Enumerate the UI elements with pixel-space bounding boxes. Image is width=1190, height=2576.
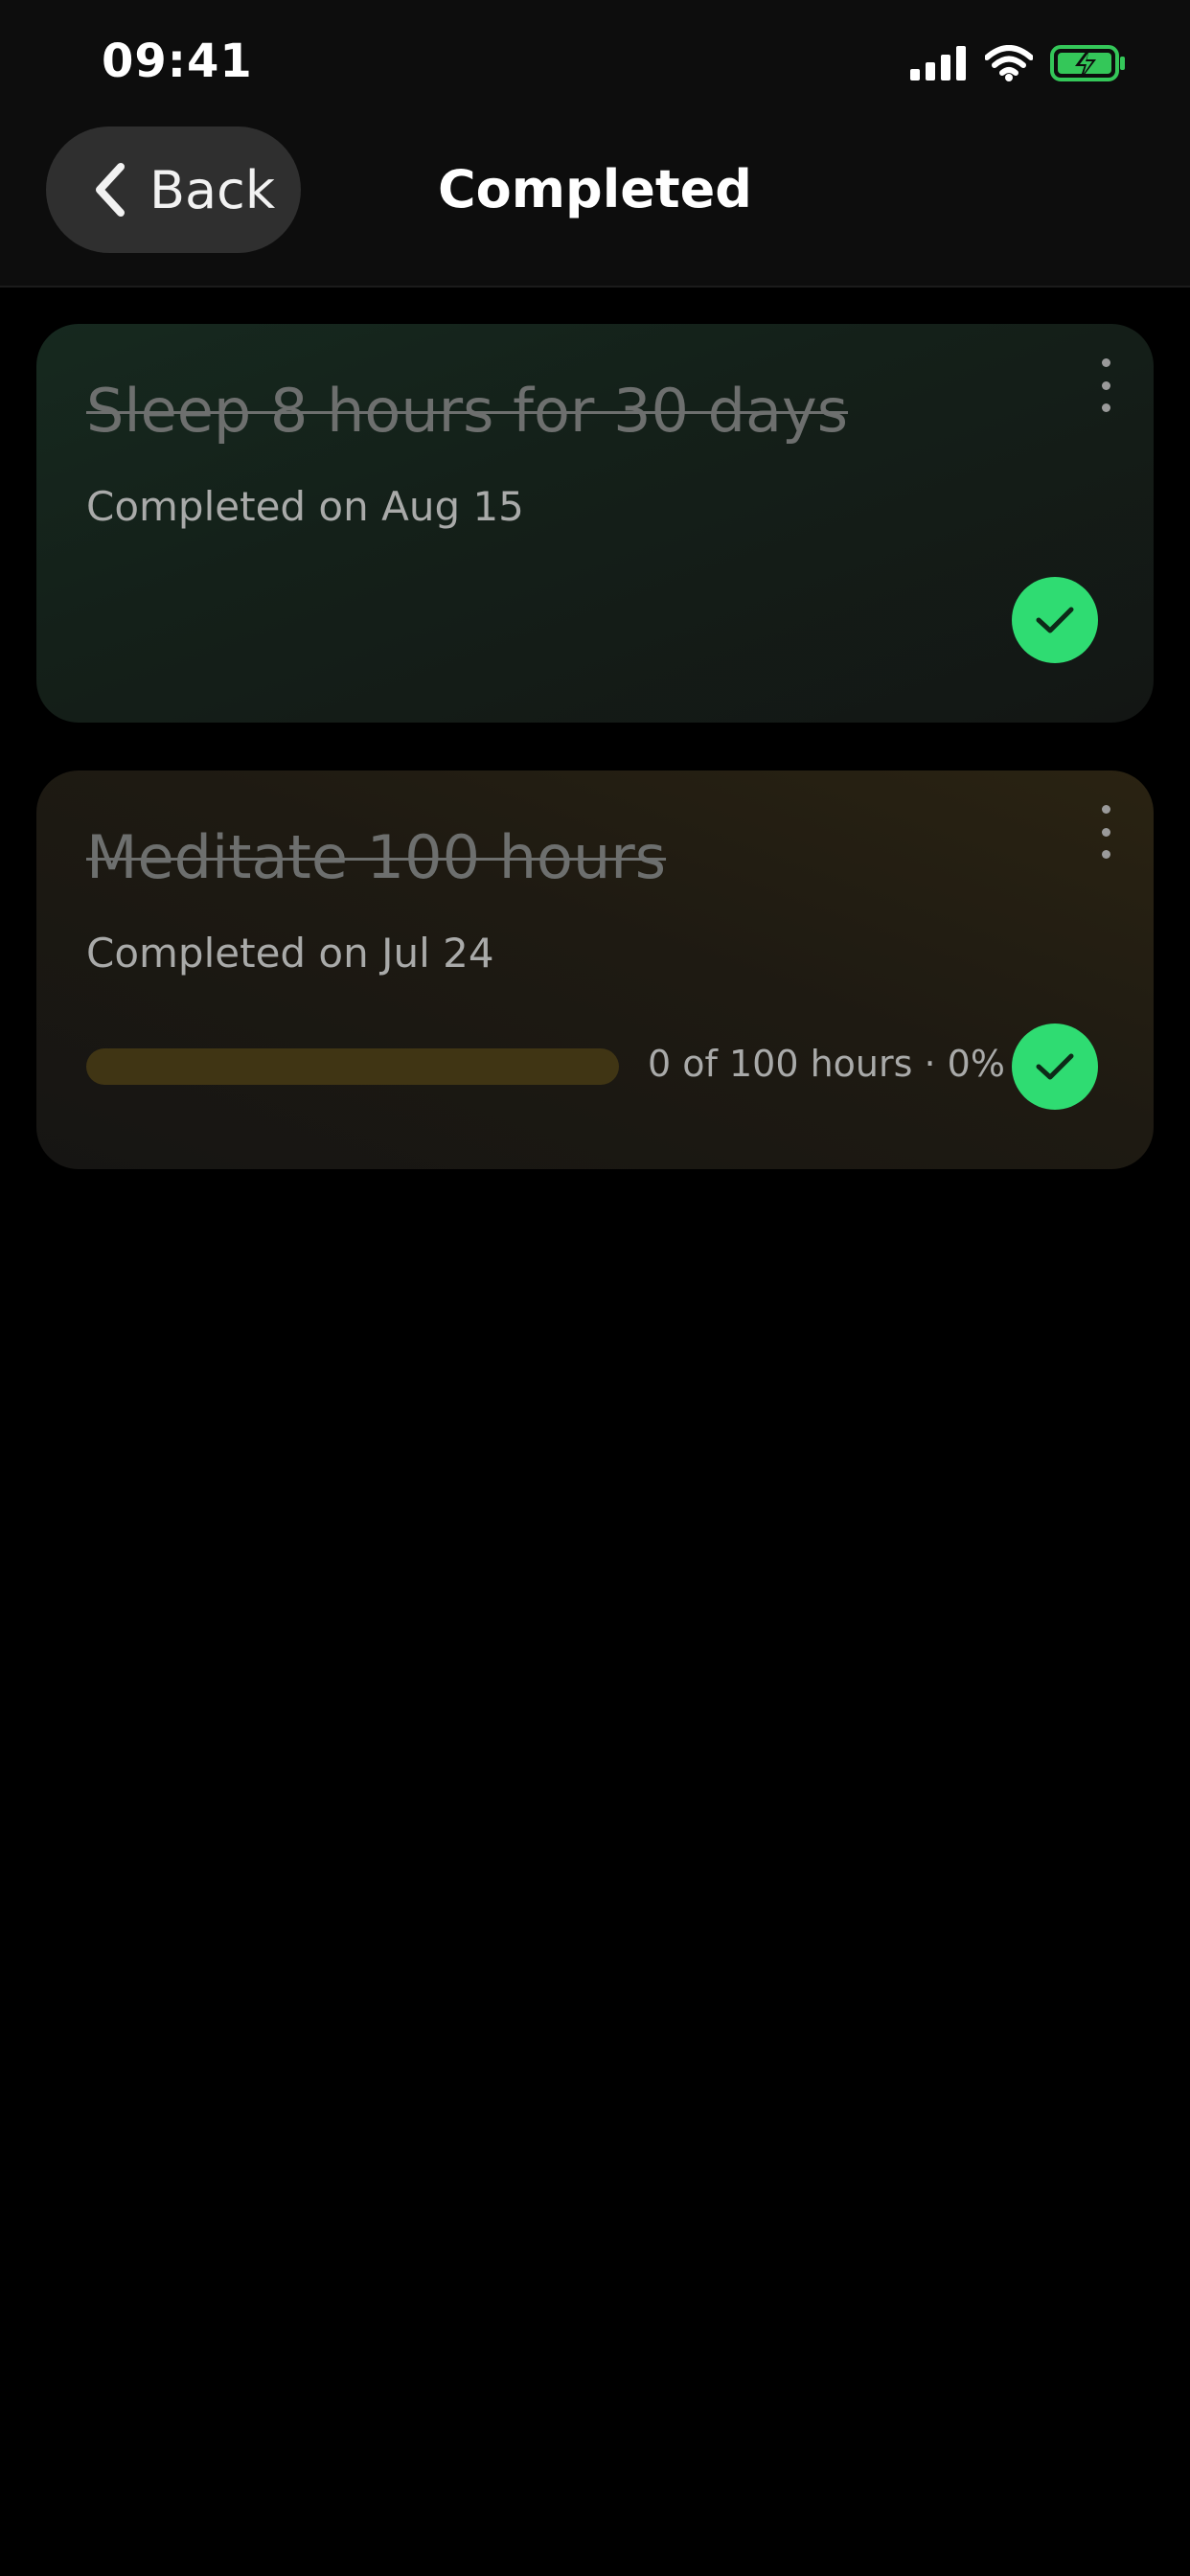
cellular-signal-icon [910, 46, 966, 80]
goal-card-meditate[interactable]: Meditate 100 hours Completed on Jul 24 0… [36, 770, 1154, 1169]
battery-charging-icon [1050, 45, 1125, 81]
page-title: Completed [438, 159, 752, 219]
status-bar: 09:41 [0, 0, 1190, 126]
wifi-icon [985, 45, 1033, 81]
top-bar: 09:41 Back Completed [0, 0, 1190, 288]
completed-check-badge[interactable] [1012, 577, 1098, 663]
nav-bar: Back Completed [0, 126, 1190, 255]
more-options-icon[interactable] [1094, 805, 1117, 859]
goal-title: Meditate 100 hours [86, 822, 667, 892]
goal-completed-date: Completed on Jul 24 [86, 930, 494, 977]
checkmark-icon [1036, 607, 1074, 633]
goal-completed-date: Completed on Aug 15 [86, 483, 524, 530]
goal-title: Sleep 8 hours for 30 days [86, 376, 849, 446]
progress-text: 0 of 100 hours · 0% [648, 1043, 1005, 1085]
checkmark-icon [1036, 1053, 1074, 1080]
completed-check-badge[interactable] [1012, 1024, 1098, 1110]
progress-bar [86, 1048, 619, 1085]
more-options-icon[interactable] [1094, 358, 1117, 412]
status-icons [910, 42, 1127, 84]
goal-card-sleep[interactable]: Sleep 8 hours for 30 days Completed on A… [36, 324, 1154, 723]
status-time: 09:41 [102, 34, 253, 88]
